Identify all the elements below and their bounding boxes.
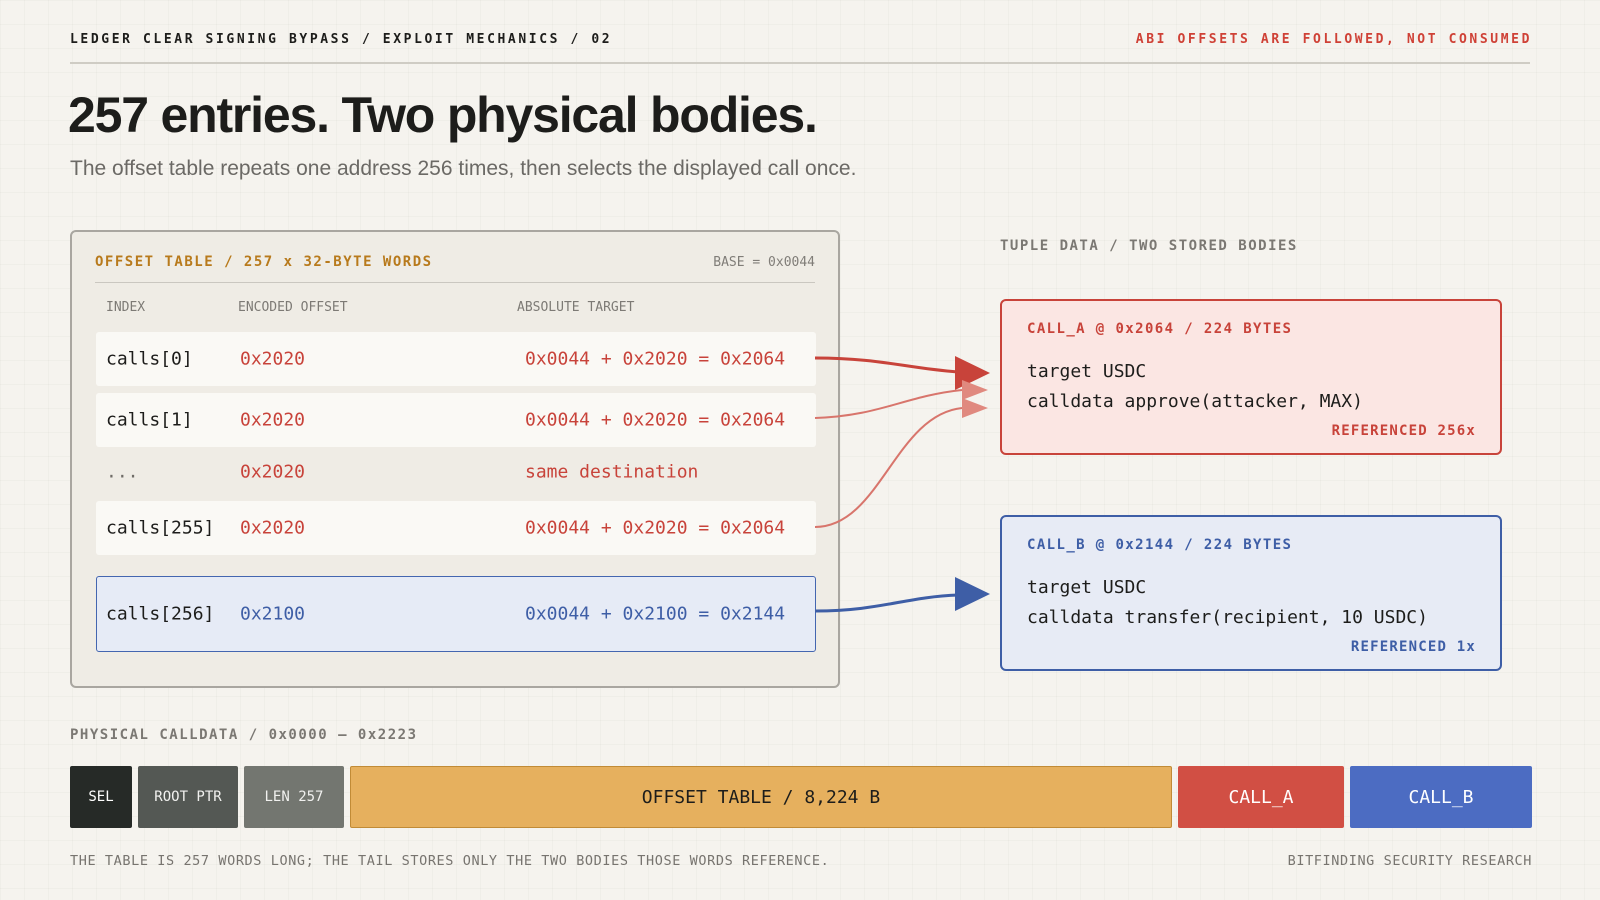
column-header-index: INDEX: [106, 300, 146, 315]
segment-offset-table: OFFSET TABLE / 8,224 B: [350, 766, 1172, 828]
call-b-box: CALL_B @ 0x2144 / 224 BYTES target USDC …: [1000, 515, 1502, 671]
call-b-reference-count: REFERENCED 1x: [1350, 639, 1476, 655]
footer-credit: BITFINDING SECURITY RESEARCH: [1287, 853, 1532, 869]
row-encoded-offset: 0x2020: [240, 348, 306, 370]
table-row: calls[255] 0x2020 0x0044 + 0x2020 = 0x20…: [96, 501, 816, 555]
row-index: calls[256]: [106, 603, 215, 625]
table-row-highlighted: calls[256] 0x2100 0x0044 + 0x2100 = 0x21…: [96, 576, 816, 652]
segment-length: LEN 257: [244, 766, 344, 828]
breadcrumb: LEDGER CLEAR SIGNING BYPASS / EXPLOIT ME…: [70, 32, 613, 47]
segment-selector: SEL: [70, 766, 132, 828]
arrowhead-calls-256: [955, 577, 990, 611]
call-a-calldata: calldata approve(attacker, MAX): [1027, 391, 1363, 412]
row-encoded-offset: 0x2020: [240, 517, 306, 539]
row-encoded-offset: 0x2020: [240, 461, 306, 483]
row-index: calls[0]: [106, 348, 193, 370]
arrowhead-calls-1: [962, 380, 988, 400]
row-index: calls[1]: [106, 409, 193, 431]
table-row: calls[0] 0x2020 0x0044 + 0x2020 = 0x2064: [96, 332, 816, 386]
call-a-reference-count: REFERENCED 256x: [1331, 423, 1476, 439]
row-absolute-target: 0x0044 + 0x2020 = 0x2064: [525, 348, 786, 370]
header-divider: [70, 62, 1530, 64]
call-b-target: target USDC: [1027, 577, 1147, 598]
segment-call-a: CALL_A: [1178, 766, 1344, 828]
offset-table-divider: [95, 282, 815, 283]
table-row: calls[1] 0x2020 0x0044 + 0x2020 = 0x2064: [96, 393, 816, 447]
offset-table-heading: OFFSET TABLE / 257 x 32-BYTE WORDS: [95, 254, 433, 270]
offset-table-panel: OFFSET TABLE / 257 x 32-BYTE WORDS BASE …: [70, 230, 840, 688]
call-a-heading: CALL_A @ 0x2064 / 224 BYTES: [1027, 321, 1293, 337]
page-subtitle: The offset table repeats one address 256…: [70, 157, 857, 180]
call-b-heading: CALL_B @ 0x2144 / 224 BYTES: [1027, 537, 1293, 553]
segment-call-b: CALL_B: [1350, 766, 1532, 828]
column-header-encoded-offset: ENCODED OFFSET: [238, 300, 348, 315]
header-tagline: ABI OFFSETS ARE FOLLOWED, NOT CONSUMED: [1135, 32, 1532, 47]
segment-root-pointer: ROOT PTR: [138, 766, 238, 828]
row-absolute-target: 0x0044 + 0x2020 = 0x2064: [525, 409, 786, 431]
offset-table-base: BASE = 0x0044: [713, 255, 815, 270]
arrowhead-calls-0: [955, 356, 990, 390]
row-absolute-target: same destination: [525, 461, 699, 483]
row-index: calls[255]: [106, 517, 215, 539]
physical-calldata-heading: PHYSICAL CALLDATA / 0x0000 – 0x2223: [70, 727, 418, 743]
call-a-box: CALL_A @ 0x2064 / 224 BYTES target USDC …: [1000, 299, 1502, 455]
call-a-target: target USDC: [1027, 361, 1147, 382]
row-absolute-target: 0x0044 + 0x2100 = 0x2144: [525, 603, 786, 625]
row-index: ...: [106, 461, 139, 483]
tuple-data-heading: TUPLE DATA / TWO STORED BODIES: [1000, 238, 1298, 254]
call-b-calldata: calldata transfer(recipient, 10 USDC): [1027, 607, 1428, 628]
row-encoded-offset: 0x2100: [240, 603, 306, 625]
page-title: 257 entries. Two physical bodies.: [68, 87, 818, 143]
row-absolute-target: 0x0044 + 0x2020 = 0x2064: [525, 517, 786, 539]
table-row-ellipsis: ... 0x2020 same destination: [96, 445, 816, 499]
footer-note: THE TABLE IS 257 WORDS LONG; THE TAIL ST…: [70, 853, 830, 869]
row-encoded-offset: 0x2020: [240, 409, 306, 431]
column-header-absolute-target: ABSOLUTE TARGET: [517, 300, 635, 315]
arrowhead-calls-255: [962, 398, 988, 418]
